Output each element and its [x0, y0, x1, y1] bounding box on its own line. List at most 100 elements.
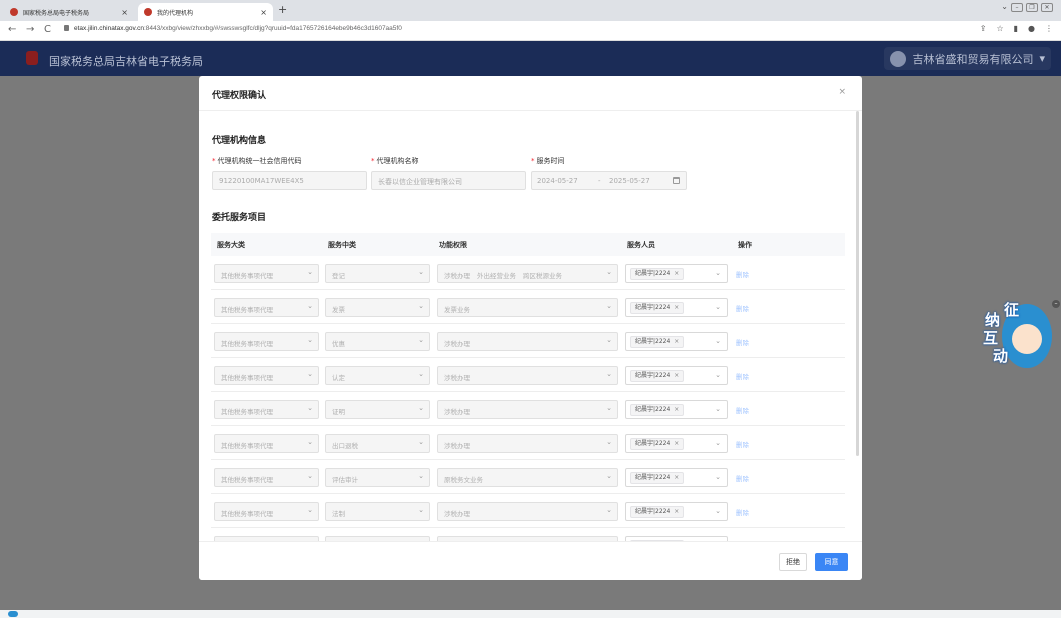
permission-select[interactable]: 发票业务 ⌄: [437, 298, 618, 317]
chevron-down-icon[interactable]: ⌄: [1001, 3, 1008, 12]
column-header: 服务大类: [217, 241, 245, 249]
delete-link[interactable]: 删除: [736, 405, 749, 415]
remove-tag-icon[interactable]: ×: [674, 372, 679, 379]
delete-link[interactable]: 删除: [736, 439, 749, 449]
permission-value: 涉税办理: [444, 374, 470, 382]
staff-tag: 纪晨宇|2224×: [630, 472, 685, 484]
service-major-select[interactable]: 其他税务事项代理 ⌄: [214, 366, 319, 385]
agree-button[interactable]: 同意: [815, 553, 848, 571]
permission-select[interactable]: 涉税办理 ⌄: [437, 400, 618, 419]
lock-icon: [64, 25, 69, 31]
menu-dots-icon[interactable]: ⋮: [1045, 24, 1053, 33]
service-major-select[interactable]: 其他税务事项代理 ⌄: [214, 468, 319, 487]
scrollbar-thumb[interactable]: [856, 111, 859, 456]
table-row: 其他税务事项代理 ⌄ 登记 ⌄ 涉税办理 外出经营业务 跨区税源业务 ⌄ 纪晨宇|2224 × ⌄ 删…: [211, 256, 845, 290]
browser-tab-my-agency[interactable]: 我的代理机构 ×: [138, 3, 273, 21]
service-middle-select[interactable]: 优惠 ⌄: [325, 332, 430, 351]
back-icon[interactable]: ←: [8, 24, 16, 35]
column-header: 功能权限: [439, 241, 467, 249]
browser-tab-label: 我的代理机构: [157, 9, 194, 17]
restore-icon[interactable]: ❐: [1026, 3, 1038, 12]
agency-info-section-title: 代理机构信息: [212, 136, 267, 146]
dialog-scrollbar[interactable]: [855, 111, 861, 541]
delete-link[interactable]: 删除: [736, 303, 749, 313]
service-staff-select[interactable]: 纪晨宇|2224× ⌄: [625, 434, 728, 453]
chevron-down-icon: ⌄: [715, 269, 721, 277]
forward-icon[interactable]: →: [26, 24, 34, 35]
service-middle-select[interactable]: 出口退税 ⌄: [325, 434, 430, 453]
minimize-icon[interactable]: –: [1011, 3, 1023, 12]
bookmark-star-icon[interactable]: ☆: [996, 24, 1003, 33]
remove-tag-icon[interactable]: ×: [674, 508, 679, 515]
url-field[interactable]: etax.jilin.chinatax.gov.cn:8443/xxbg/vie…: [64, 25, 402, 32]
remove-tag-icon[interactable]: ×: [674, 338, 679, 345]
chevron-down-icon: ⌄: [606, 438, 612, 446]
profile-icon[interactable]: ●: [1028, 24, 1035, 33]
service-major-select[interactable]: 其他税务事项代理 ⌄: [214, 400, 319, 419]
share-icon[interactable]: ⇪: [980, 24, 987, 33]
chevron-down-icon: ⌄: [715, 507, 721, 515]
service-table-body: 其他税务事项代理 ⌄ 登记 ⌄ 涉税办理 外出经营业务 跨区税源业务 ⌄ 纪晨宇|2224 × ⌄ 删…: [211, 256, 845, 541]
service-middle-select[interactable]: 发票 ⌄: [325, 298, 430, 317]
service-middle-select[interactable]: 法制 ⌄: [325, 502, 430, 521]
service-staff-select[interactable]: 纪晨宇|2224× ⌄: [625, 400, 728, 419]
new-tab-icon[interactable]: +: [278, 3, 287, 16]
permission-select[interactable]: 涉税办理 ⌄: [437, 502, 618, 521]
select-value: 发票: [332, 306, 345, 314]
collapse-icon[interactable]: –: [1052, 300, 1060, 308]
service-staff-select[interactable]: 纪晨宇|2224× ⌄: [625, 298, 728, 317]
service-middle-select[interactable]: 证明 ⌄: [325, 400, 430, 419]
service-staff-select[interactable]: 纪晨宇|2224× ⌄: [625, 366, 728, 385]
service-middle-select[interactable]: 认定 ⌄: [325, 366, 430, 385]
close-icon[interactable]: ×: [260, 8, 267, 17]
column-header: 服务中类: [328, 241, 356, 249]
browser-tab-etax-home[interactable]: 国家税务总局电子税务局 ×: [4, 3, 134, 21]
service-staff-select[interactable]: 纪晨宇|2224× ⌄: [625, 468, 728, 487]
delete-link[interactable]: 删除: [736, 371, 749, 381]
service-time-label: * 服务时间: [531, 157, 565, 165]
permission-select[interactable]: 涉税办理 ⌄: [437, 332, 618, 351]
service-middle-select[interactable]: 评估审计 ⌄: [325, 468, 430, 487]
service-middle-select[interactable]: 登记 ⌄: [325, 264, 430, 283]
close-window-icon[interactable]: ✕: [1041, 3, 1053, 12]
remove-tag-icon[interactable]: ×: [674, 304, 679, 311]
permission-value: 涉税办理: [444, 340, 470, 348]
close-icon[interactable]: ×: [121, 8, 128, 17]
select-value: 其他税务事项代理: [221, 408, 273, 416]
tax-emblem-icon: [26, 51, 38, 65]
service-major-select[interactable]: 其他税务事项代理 ⌄: [214, 298, 319, 317]
delete-link[interactable]: 删除: [736, 269, 749, 279]
delete-link[interactable]: 删除: [736, 473, 749, 483]
permission-select[interactable]: 涉税办理 ⌄: [437, 434, 618, 453]
tax-emblem-icon: [144, 8, 152, 16]
mascot-widget[interactable]: 征 纳 互 动 –: [980, 299, 1060, 373]
reject-button[interactable]: 拒绝: [779, 553, 807, 571]
remove-tag-icon[interactable]: ×: [674, 270, 679, 277]
select-value: 其他税务事项代理: [221, 510, 273, 518]
url-path: :8443/xxbg/view/zhxxbg/#/swsswsglfc/dljg…: [143, 25, 402, 32]
staff-tag: 纪晨宇|2224×: [630, 404, 685, 416]
service-staff-select[interactable]: 纪晨宇|2224× ⌄: [625, 332, 728, 351]
select-value: 出口退税: [332, 442, 358, 450]
service-major-select[interactable]: 其他税务事项代理 ⌄: [214, 434, 319, 453]
delete-link[interactable]: 删除: [736, 507, 749, 517]
company-switcher[interactable]: 吉林省盛和贸易有限公司 ▾: [884, 47, 1051, 70]
service-staff-select[interactable]: 纪晨宇|2224× ⌄: [625, 264, 728, 283]
service-staff-select[interactable]: 纪晨宇|2224× ⌄: [625, 502, 728, 521]
service-major-select[interactable]: 其他税务事项代理 ⌄: [214, 502, 319, 521]
service-major-select[interactable]: 其他税务事项代理 ⌄: [214, 264, 319, 283]
close-icon[interactable]: ×: [838, 87, 846, 97]
remove-tag-icon[interactable]: ×: [674, 406, 679, 413]
reload-icon[interactable]: C: [44, 24, 51, 35]
permission-select[interactable]: 涉税办理 外出经营业务 跨区税源业务 ⌄: [437, 264, 618, 283]
remove-tag-icon[interactable]: ×: [674, 474, 679, 481]
browser-tab-label: 国家税务总局电子税务局: [23, 9, 90, 17]
side-panel-icon[interactable]: ▮: [1014, 24, 1018, 33]
permission-select[interactable]: 原税务文业务 ⌄: [437, 468, 618, 487]
permission-select[interactable]: 涉税办理 ⌄: [437, 366, 618, 385]
remove-tag-icon[interactable]: ×: [674, 440, 679, 447]
service-major-select[interactable]: 其他税务事项代理 ⌄: [214, 332, 319, 351]
chevron-down-icon: ▾: [1039, 52, 1045, 65]
staff-tag: 纪晨宇|2224×: [630, 506, 685, 518]
delete-link[interactable]: 删除: [736, 337, 749, 347]
